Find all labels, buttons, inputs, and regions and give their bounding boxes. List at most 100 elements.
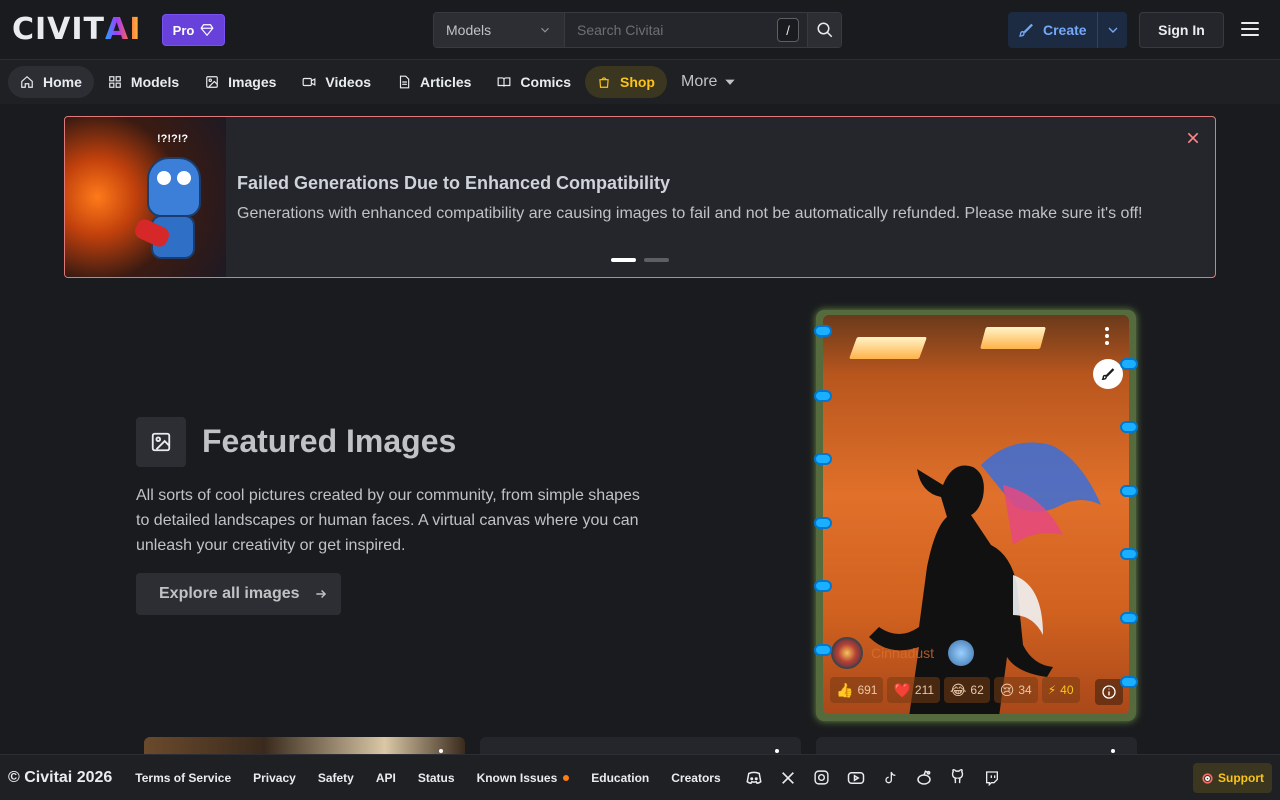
announcement-banner: !?!?!? Failed Generations Due to Enhance… (64, 116, 1216, 278)
selection-handle[interactable] (814, 325, 832, 337)
copyright: © Civitai 2026 (8, 768, 113, 786)
discord-icon[interactable] (745, 769, 763, 787)
document-icon (399, 75, 410, 89)
chevron-down-icon (1108, 27, 1117, 33)
shopping-bag-icon (599, 77, 609, 88)
search-scope-select[interactable]: Models (434, 13, 565, 47)
x-icon[interactable] (779, 769, 797, 787)
reaction-like[interactable]: 👍 691 (830, 677, 884, 703)
book-icon (497, 77, 511, 87)
selection-handle[interactable] (1120, 612, 1138, 624)
create-button[interactable]: Create (1008, 12, 1098, 48)
known-issues-label: Known Issues (476, 770, 558, 785)
selection-handle[interactable] (1120, 358, 1138, 370)
brush-icon (1101, 368, 1115, 380)
selection-handle[interactable] (1120, 548, 1138, 560)
close-icon[interactable] (1185, 130, 1201, 146)
nav-more-label: More (680, 73, 718, 90)
avatar[interactable] (831, 637, 863, 669)
home-icon (21, 75, 33, 88)
reaction-heart[interactable]: ❤️ 211 (887, 677, 941, 703)
nav-item-shop[interactable]: Shop (584, 66, 667, 98)
footer-link-education[interactable]: Education (591, 771, 649, 785)
search-input-wrap: / (565, 13, 807, 47)
github-icon[interactable] (949, 769, 967, 787)
author-info[interactable]: Cinnadust (831, 637, 975, 669)
more-options-icon[interactable] (1111, 749, 1115, 753)
tiktok-icon[interactable] (881, 769, 899, 787)
arrow-right-icon (315, 589, 326, 599)
support-button[interactable]: Support (1193, 763, 1272, 793)
silhouette-artwork (869, 442, 1101, 714)
carousel-dot[interactable] (644, 258, 669, 262)
reaction-buzz[interactable]: ⚡ 40 (1041, 677, 1080, 703)
selection-handle[interactable] (814, 517, 832, 529)
pro-button[interactable]: Pro (162, 14, 225, 46)
selection-handle[interactable] (1120, 676, 1138, 688)
selection-handle[interactable] (814, 644, 832, 656)
heart-count: 211 (914, 683, 935, 697)
reaction-cry[interactable]: 😢 34 (993, 677, 1038, 703)
brush-icon (1018, 23, 1033, 37)
selection-handle[interactable] (814, 390, 832, 402)
reaction-bar: 👍 691 ❤️ 211 😂 62 😢 34 ⚡ 40 (830, 677, 1080, 703)
more-options-icon[interactable] (775, 749, 779, 753)
footer-link-privacy[interactable]: Privacy (253, 771, 296, 785)
footer-link-terms[interactable]: Terms of Service (135, 771, 231, 785)
nav-item-images[interactable]: Images (193, 66, 288, 98)
logo-text-civit: CIVIT (12, 12, 106, 47)
nav-label: Images (228, 74, 277, 90)
featured-section-icon (136, 417, 186, 467)
featured-description: All sorts of cool pictures created by ou… (136, 487, 640, 554)
civitai-logo[interactable]: CIVIT AI (12, 12, 142, 47)
logo-text-ai: AI (105, 12, 142, 47)
robot-head (147, 157, 201, 217)
nav-item-articles[interactable]: Articles (385, 66, 483, 98)
featured-image-card[interactable]: Cinnadust 👍 691 ❤️ 211 😂 62 😢 34 ⚡ 40 (816, 310, 1136, 721)
reddit-icon[interactable] (915, 769, 933, 787)
footer-link-safety[interactable]: Safety (318, 771, 354, 785)
footer-link-creators[interactable]: Creators (671, 771, 720, 785)
reaction-laugh[interactable]: 😂 62 (944, 677, 990, 703)
nav-item-comics[interactable]: Comics (485, 66, 583, 98)
selection-handle[interactable] (1120, 485, 1138, 497)
top-header: CIVITAI Pro Models / Create Sign In (0, 0, 1280, 60)
create-button-group: Create (1008, 12, 1127, 48)
nav-label: Comics (520, 74, 571, 90)
youtube-icon[interactable] (847, 769, 865, 787)
instagram-icon[interactable] (813, 769, 831, 787)
selection-handle[interactable] (1120, 421, 1138, 433)
chevron-down-icon (541, 27, 549, 33)
nav-item-home[interactable]: Home (8, 66, 94, 98)
search-button[interactable] (807, 13, 841, 47)
like-count: 691 (857, 683, 878, 697)
info-icon[interactable] (1095, 679, 1123, 705)
search-input[interactable] (577, 22, 767, 38)
sign-in-button[interactable]: Sign In (1139, 12, 1224, 48)
buzz-count: 40 (1060, 683, 1074, 697)
featured-image[interactable]: Cinnadust 👍 691 ❤️ 211 😂 62 😢 34 ⚡ 40 (823, 315, 1129, 714)
nav-item-videos[interactable]: Videos (290, 66, 383, 98)
search-scope-value: Models (446, 22, 492, 38)
laugh-count: 62 (970, 683, 984, 697)
selection-handle[interactable] (814, 580, 832, 592)
carousel-dot-active[interactable] (611, 258, 636, 262)
twitch-icon[interactable] (983, 769, 1001, 787)
selection-handle[interactable] (814, 453, 832, 465)
nav-more-menu[interactable]: More (669, 66, 749, 98)
more-options-icon[interactable] (1104, 327, 1110, 349)
more-options-icon[interactable] (439, 749, 443, 753)
username[interactable]: Cinnadust (871, 645, 934, 661)
remix-button[interactable] (1093, 359, 1123, 389)
footer-link-known-issues[interactable]: Known Issues (477, 771, 570, 785)
hamburger-menu-icon[interactable] (1238, 18, 1262, 42)
nav-item-models[interactable]: Models (96, 66, 191, 98)
ceiling-light (980, 327, 1046, 349)
footer-link-api[interactable]: API (376, 771, 396, 785)
nav-label: Shop (619, 74, 655, 90)
create-menu-toggle[interactable] (1098, 22, 1127, 38)
social-links (745, 769, 1001, 787)
lifebuoy-icon (1202, 772, 1213, 784)
footer-link-status[interactable]: Status (418, 771, 455, 785)
explore-images-button[interactable]: Explore all images (136, 573, 341, 615)
